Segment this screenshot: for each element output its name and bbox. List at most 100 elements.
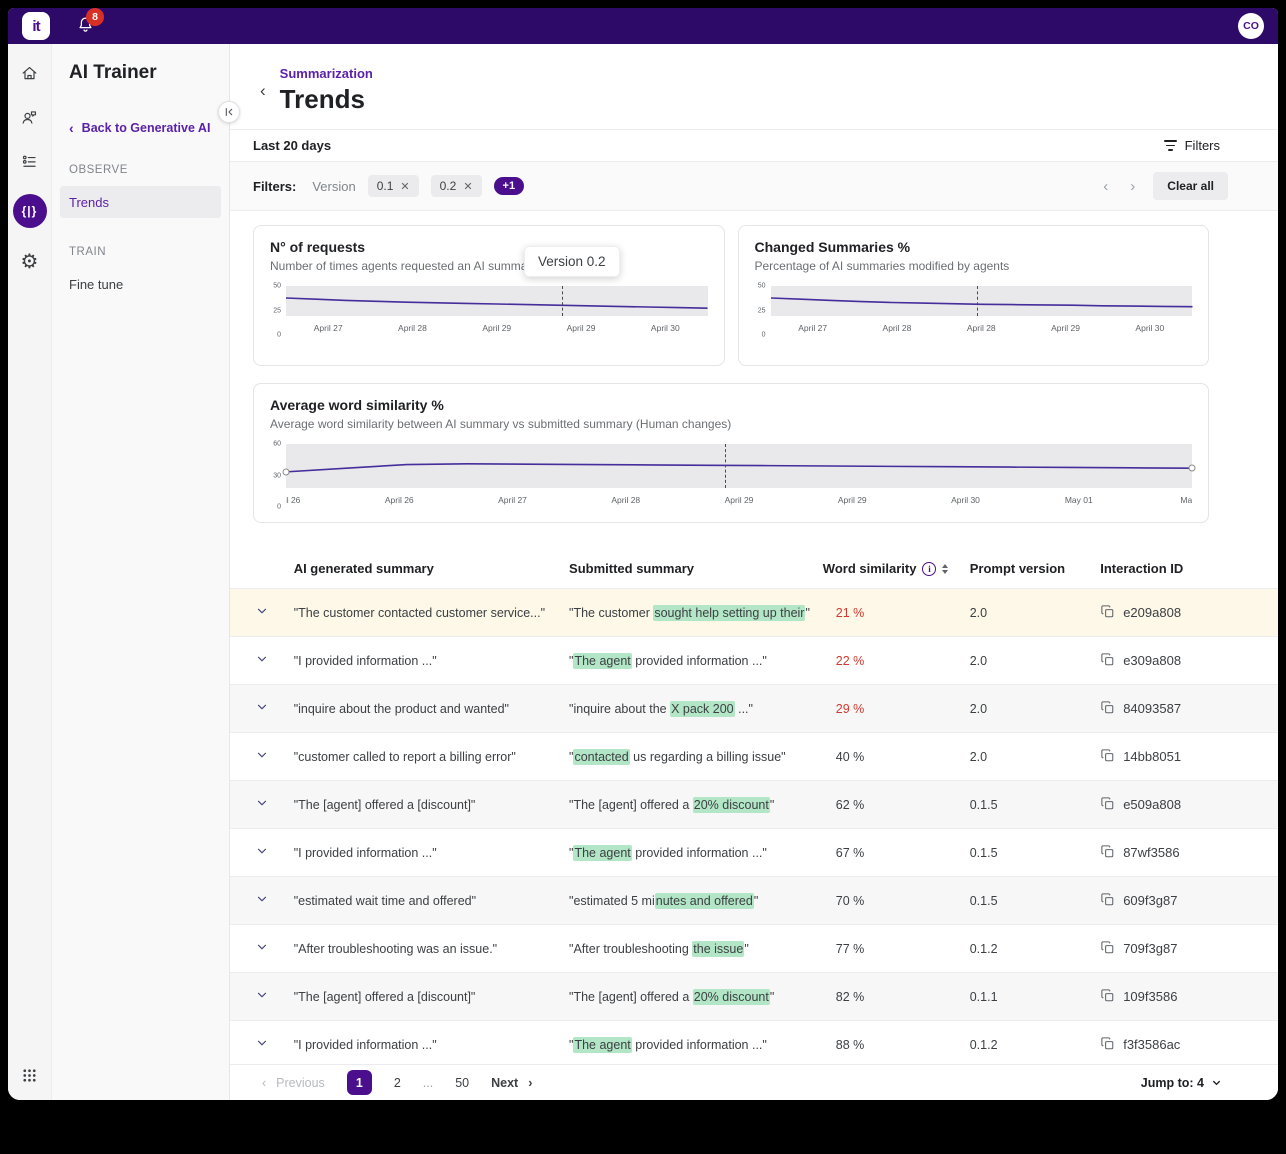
copy-icon[interactable] (1100, 604, 1115, 622)
x-tick-label: April 29 (567, 323, 596, 333)
expand-row-icon[interactable] (255, 751, 269, 765)
table-header-row: AI generated summary Submitted summary W… (230, 551, 1278, 589)
sort-icon[interactable] (942, 564, 948, 574)
copy-icon[interactable] (1100, 652, 1115, 670)
table-row[interactable]: "inquire about the product and wanted""i… (230, 685, 1278, 733)
expand-row-icon[interactable] (255, 943, 269, 957)
agents-icon[interactable] (19, 106, 41, 128)
filter-chip-0-1[interactable]: 0.1 ✕ (368, 175, 419, 197)
x-tick-label: April 29 (725, 495, 754, 505)
chart-plot-area (286, 444, 1192, 488)
more-filters-chip[interactable]: +1 (494, 177, 525, 195)
word-similarity-value: 82 % (823, 990, 865, 1004)
home-icon[interactable] (19, 62, 41, 84)
copy-icon[interactable] (1100, 988, 1115, 1006)
notifications-button[interactable]: 8 (76, 15, 98, 37)
ai-summary-text: "I provided information ..." (294, 654, 437, 668)
expand-row-icon[interactable] (255, 847, 269, 861)
chart-plot-area (771, 286, 1193, 316)
table-row[interactable]: "I provided information ...""The agent p… (230, 1021, 1278, 1069)
submitted-summary-text: "The customer (569, 606, 653, 620)
sidebar-item-label: Fine tune (69, 277, 123, 292)
table-row[interactable]: "customer called to report a billing err… (230, 733, 1278, 781)
filter-chip-0-2[interactable]: 0.2 ✕ (431, 175, 482, 197)
next-page-button[interactable]: Next › (491, 1076, 532, 1090)
chart-title: N° of requests (270, 239, 708, 255)
previous-page-button[interactable]: ‹ Previous (262, 1076, 325, 1090)
submitted-summary-text: "The [agent] offered a (569, 798, 693, 812)
expand-row-icon[interactable] (255, 655, 269, 669)
expand-row-icon[interactable] (255, 1039, 269, 1053)
collapse-sidebar-button[interactable] (218, 101, 240, 123)
x-tick-label: April 28 (883, 323, 912, 333)
table-row[interactable]: "estimated wait time and offered""estima… (230, 877, 1278, 925)
changed-summaries-chart-card: Changed Summaries % Percentage of AI sum… (738, 225, 1210, 366)
sidebar-item-fine-tune[interactable]: Fine tune (60, 268, 221, 300)
y-tick-label: 25 (758, 307, 766, 314)
expand-row-icon[interactable] (255, 799, 269, 813)
table-row[interactable]: "I provided information ...""The agent p… (230, 637, 1278, 685)
jump-to-select[interactable]: Jump to: 4 (1141, 1076, 1222, 1090)
flows-icon[interactable] (19, 150, 41, 172)
copy-icon[interactable] (1100, 940, 1115, 958)
copy-icon[interactable] (1100, 1036, 1115, 1054)
sidebar-item-trends[interactable]: Trends (60, 186, 221, 218)
next-label: Next (491, 1076, 518, 1090)
copy-icon[interactable] (1100, 844, 1115, 862)
x-tick-label: May 0 (1180, 495, 1192, 505)
back-to-generative-ai-link[interactable]: ‹ Back to Generative AI (69, 120, 221, 136)
table-row[interactable]: "After troubleshooting was an issue.""Af… (230, 925, 1278, 973)
submitted-summary-cell: "contacted us regarding a billing issue" (569, 733, 823, 781)
table-row[interactable]: "The [agent] offered a [discount]" "The [… (230, 781, 1278, 829)
table-row[interactable]: "The [agent] offered a [discount]""The [… (230, 973, 1278, 1021)
chart-title: Average word similarity % (270, 397, 1192, 413)
col-word-similarity: Word similarity i (823, 551, 970, 589)
submitted-summary-text: " (770, 798, 774, 812)
x-tick-label: April 27 (498, 495, 527, 505)
page-50-button[interactable]: 50 (455, 1076, 469, 1090)
submitted-summary-cell: "The [agent] offered a 20% discount" (569, 781, 823, 829)
col-submitted-summary: Submitted summary (569, 551, 823, 589)
word-similarity-value: 21 % (823, 606, 865, 620)
ai-summary-text: "estimated wait time and offered" (294, 894, 476, 908)
filters-button-label: Filters (1185, 138, 1220, 153)
ai-trainer-icon[interactable]: {|} (13, 194, 47, 228)
expand-row-icon[interactable] (255, 703, 269, 717)
filters-next-chevron[interactable]: › (1126, 178, 1139, 195)
info-icon[interactable]: i (922, 562, 936, 576)
submitted-summary-text: us regarding a billing issue" (630, 750, 786, 764)
copy-icon[interactable] (1100, 748, 1115, 766)
page-back-button[interactable]: ‹ (260, 82, 266, 99)
brand-logo[interactable]: it (22, 12, 50, 40)
copy-icon[interactable] (1100, 796, 1115, 814)
filters-prev-chevron[interactable]: ‹ (1099, 178, 1112, 195)
y-tick-label: 50 (758, 283, 766, 290)
expand-row-icon[interactable] (255, 895, 269, 909)
copy-icon[interactable] (1100, 892, 1115, 910)
collapse-icon (223, 106, 235, 118)
breadcrumb[interactable]: Summarization (280, 66, 373, 81)
settings-icon[interactable]: ⚙ (19, 250, 41, 272)
expand-row-icon[interactable] (255, 991, 269, 1005)
ai-summary-text: "The [agent] offered a [discount]" (294, 798, 476, 812)
y-axis: 60300 (270, 444, 284, 507)
chart-title: Changed Summaries % (755, 239, 1193, 255)
page-1-button[interactable]: 1 (347, 1070, 372, 1095)
word-similarity-value: 70 % (823, 894, 865, 908)
back-link-label: Back to Generative AI (82, 121, 211, 135)
col-label: Word similarity (823, 561, 917, 576)
copy-icon[interactable] (1100, 700, 1115, 718)
filters-button[interactable]: Filters (1164, 138, 1220, 153)
brain-code-glyph: {|} (22, 204, 38, 218)
ai-summary-text: "After troubleshooting was an issue." (294, 942, 497, 956)
remove-chip-icon[interactable]: ✕ (400, 180, 409, 193)
remove-chip-icon[interactable]: ✕ (463, 180, 472, 193)
expand-row-icon[interactable] (255, 607, 269, 621)
sidebar-item-label: Trends (69, 195, 109, 210)
clear-all-button[interactable]: Clear all (1153, 172, 1228, 200)
table-row[interactable]: "I provided information ...""The agent p… (230, 829, 1278, 877)
user-avatar[interactable]: CO (1238, 13, 1264, 39)
apps-grid-icon[interactable] (19, 1064, 41, 1086)
table-row[interactable]: "The customer contacted customer service… (230, 589, 1278, 637)
page-2-button[interactable]: 2 (394, 1076, 401, 1090)
